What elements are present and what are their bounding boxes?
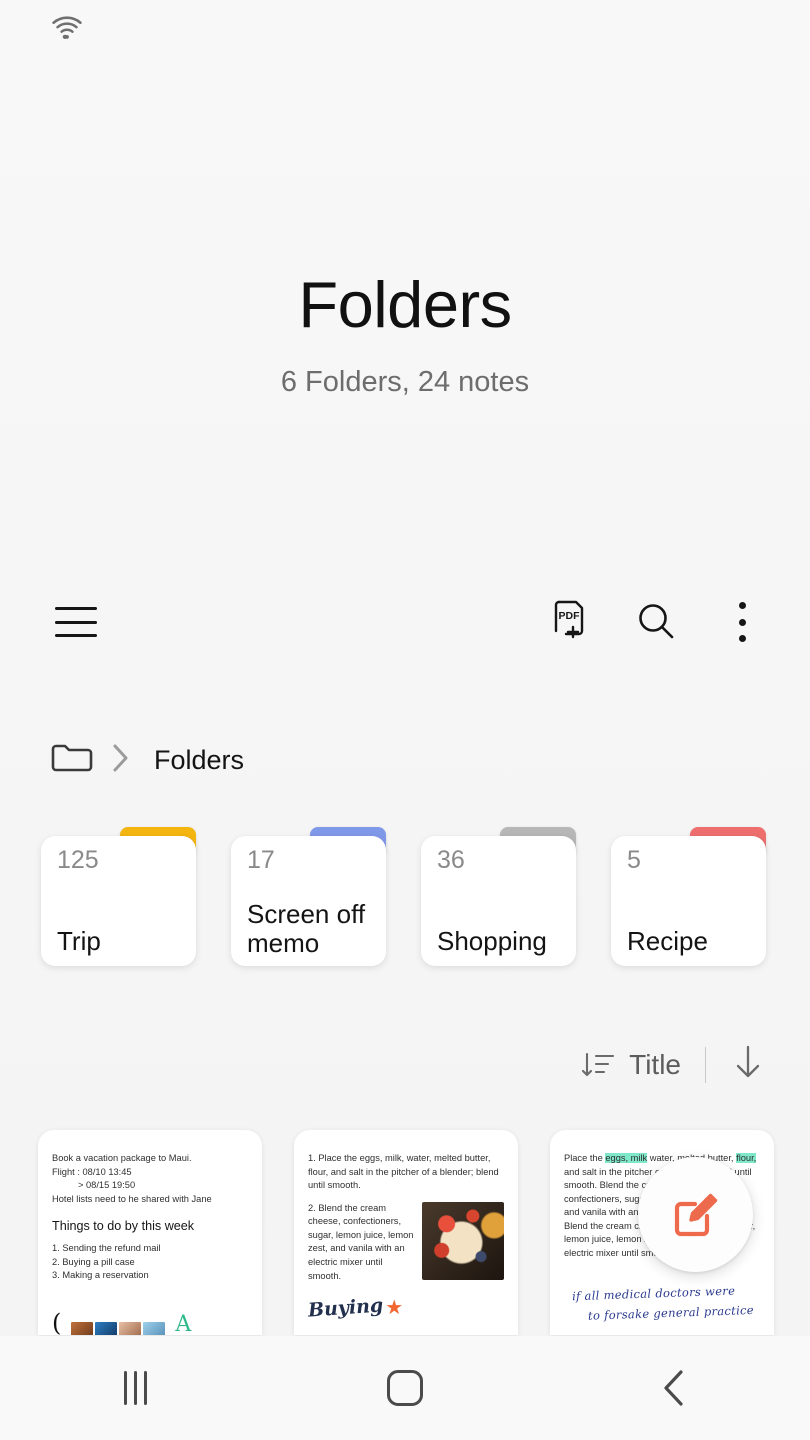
pdf-add-icon: PDF [554, 600, 584, 639]
folder-card-trip[interactable]: 125 Trip [41, 827, 196, 966]
folder-card-screen-off-memo[interactable]: 17 Screen off memo [231, 827, 386, 966]
page-subtitle: 6 Folders, 24 notes [280, 366, 530, 398]
folder-note-count: 5 [627, 846, 641, 874]
arrow-down-icon [736, 1045, 760, 1078]
status-bar [0, 0, 810, 56]
home-icon [387, 1370, 423, 1406]
note-heading: Things to do by this week [52, 1219, 195, 1234]
highlighted-text: eggs, milk [605, 1153, 648, 1163]
note-line: Flight : 08/10 13:45 [52, 1166, 132, 1177]
page-title: Folders [298, 268, 512, 341]
compose-note-icon [674, 1193, 717, 1236]
note-line: 2. Buying a pill case [52, 1256, 135, 1267]
toolbar: PDF [0, 585, 810, 659]
recents-button[interactable] [0, 1336, 270, 1440]
note-line: > 08/15 19:50 [78, 1180, 136, 1191]
android-navigation-bar [0, 1336, 810, 1440]
sort-by-button[interactable]: Title [581, 1048, 681, 1082]
sort-by-label: Title [629, 1048, 681, 1080]
create-note-fab[interactable] [638, 1157, 753, 1272]
folder-note-count: 125 [57, 846, 99, 874]
folder-note-count: 17 [247, 846, 275, 874]
breadcrumb: Folders [50, 740, 244, 781]
back-button[interactable] [540, 1336, 810, 1440]
folder-name: Shopping [437, 925, 547, 956]
recents-icon [123, 1371, 147, 1405]
note-line: 3. Making a reservation [52, 1270, 149, 1281]
notes-folders-screen: Folders 6 Folders, 24 notes PDF Folders … [0, 0, 810, 1440]
search-button[interactable] [630, 596, 682, 648]
folder-note-count: 36 [437, 846, 465, 874]
breadcrumb-current-label[interactable]: Folders [154, 745, 244, 776]
sort-direction-button[interactable] [730, 1042, 766, 1087]
folder-name: Screen off memo [247, 898, 366, 958]
back-icon [664, 1370, 683, 1406]
note-step: 2. Blend the cream cheese, confectioners… [308, 1202, 414, 1281]
highlighted-text: flour, [736, 1153, 757, 1163]
star-icon: ★ [385, 1297, 404, 1320]
handwriting-text: Buying [307, 1294, 384, 1322]
wifi-icon [50, 15, 84, 41]
hamburger-menu-icon [55, 607, 97, 637]
note-image-thumbnail [422, 1201, 504, 1280]
search-icon [639, 604, 674, 639]
folder-icon [51, 744, 93, 772]
note-line: Hotel lists need to he shared with Jane [52, 1193, 212, 1204]
folder-card-recipe[interactable]: 5 Recipe [611, 827, 766, 966]
breadcrumb-root-button[interactable] [50, 740, 94, 781]
svg-text:PDF: PDF [559, 610, 581, 622]
pdf-import-button[interactable]: PDF [544, 596, 596, 648]
handwriting-mark: A [175, 1311, 192, 1335]
home-button[interactable] [270, 1336, 540, 1440]
note-card[interactable]: 1. Place the eggs, milk, water, melted b… [294, 1130, 518, 1335]
sort-icon [582, 1052, 615, 1076]
sort-divider [705, 1046, 706, 1083]
folder-name: Recipe [627, 925, 708, 956]
hamburger-menu-button[interactable] [50, 596, 102, 648]
note-line: Place the eggs, milk water, melted butte… [564, 1152, 760, 1166]
note-card[interactable]: Book a vacation package to Maui. Flight … [38, 1130, 262, 1335]
more-options-button[interactable] [716, 596, 768, 648]
note-step: 1. Place the eggs, milk, water, melted b… [308, 1153, 499, 1191]
note-line: Book a vacation package to Maui. [52, 1153, 192, 1163]
header: Folders 6 Folders, 24 notes [0, 272, 810, 399]
folder-list: 125 Trip 17 Screen off memo 36 Shopping … [0, 827, 810, 968]
breadcrumb-separator-icon [110, 742, 132, 779]
folder-card-shopping[interactable]: 36 Shopping [421, 827, 576, 966]
more-options-icon [738, 602, 746, 642]
note-text: Place the [564, 1153, 606, 1163]
note-line: 1. Sending the refund mail [52, 1243, 161, 1254]
image-thumbnail-strip [71, 1321, 166, 1335]
sort-bar: Title [581, 1042, 766, 1087]
handwriting-mark: ( [52, 1308, 62, 1335]
folder-name: Trip [57, 925, 101, 956]
